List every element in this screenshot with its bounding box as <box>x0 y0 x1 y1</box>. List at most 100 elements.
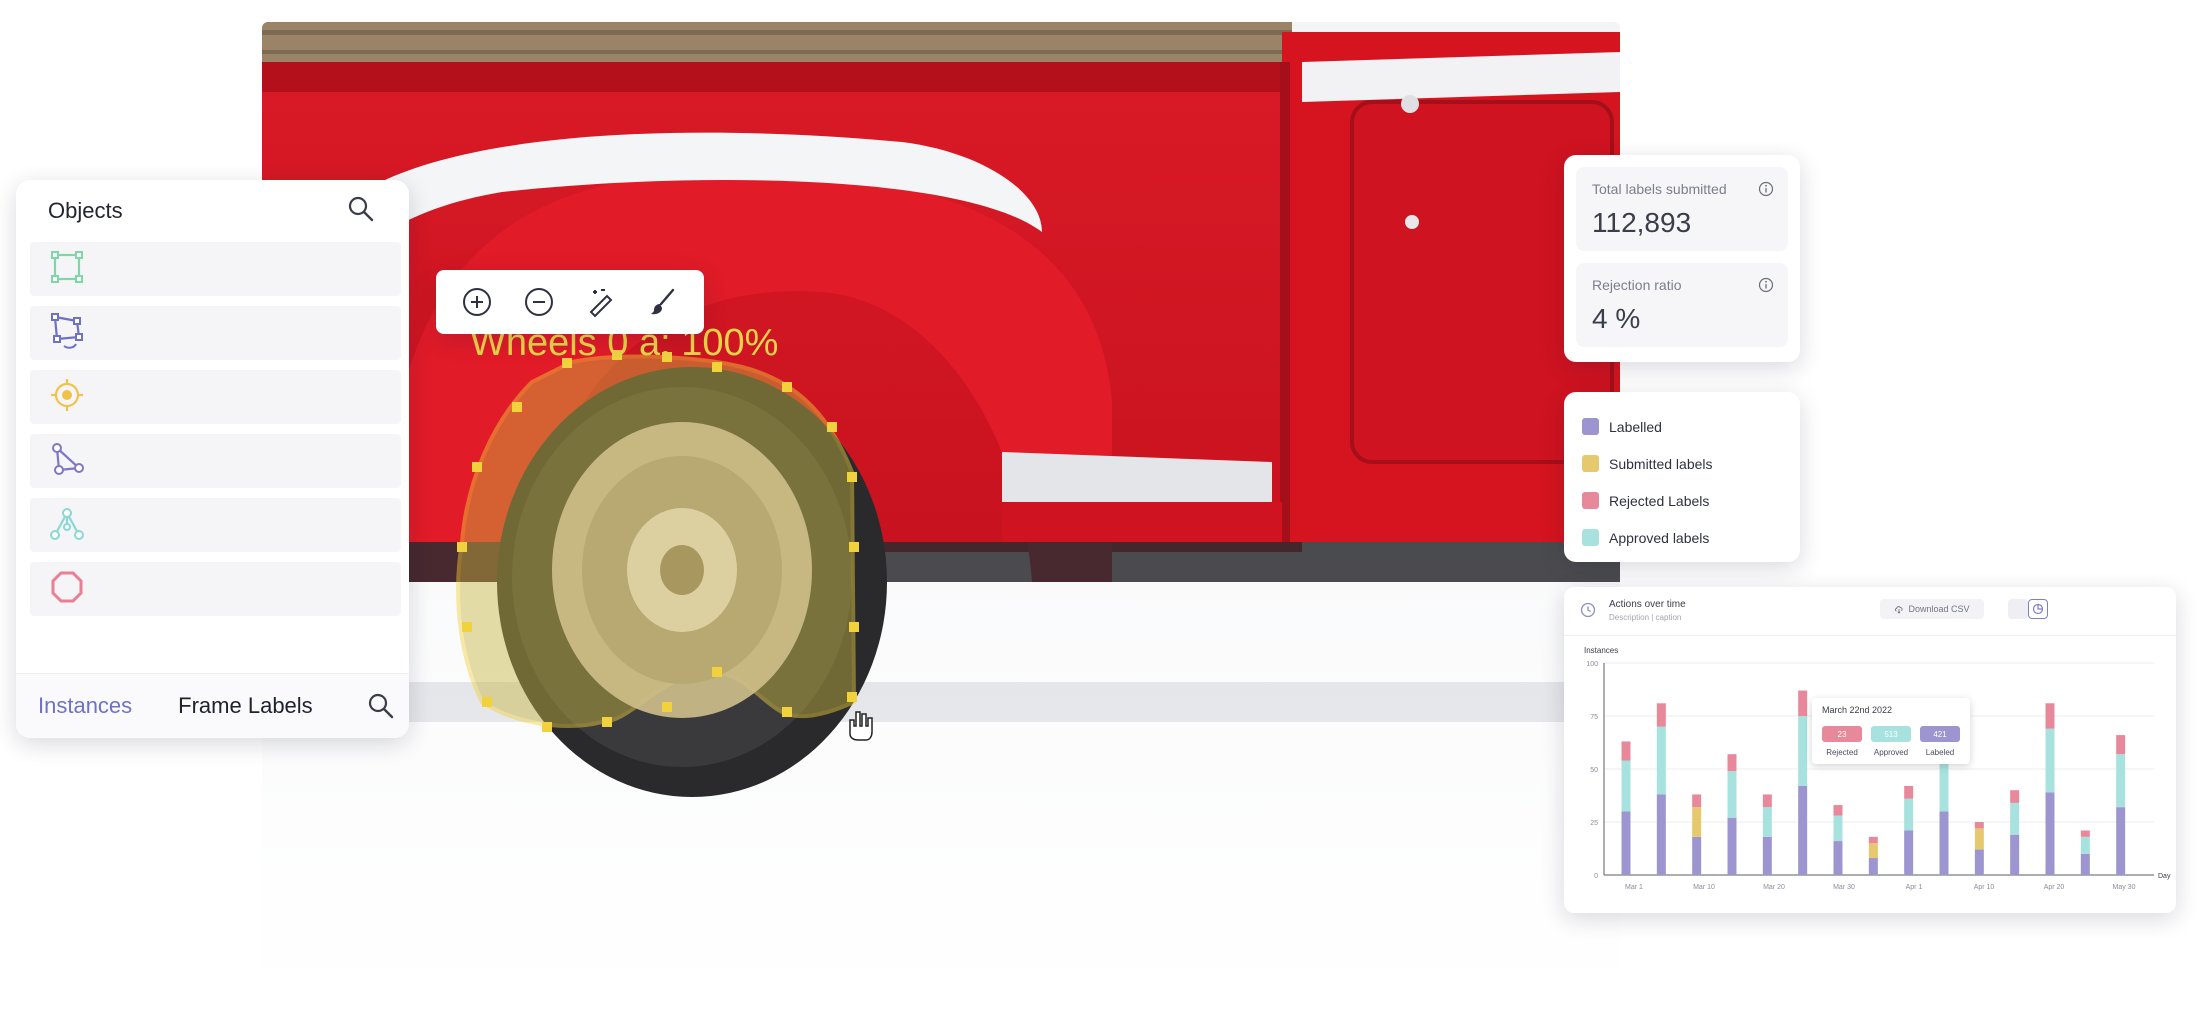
bar-segment <box>1692 807 1702 837</box>
polyline-icon <box>50 442 84 481</box>
y-tick-label: 100 <box>1586 661 1598 668</box>
total-labels-value: 112,893 <box>1592 207 1692 238</box>
total-labels-stat: Total labels submitted 112,893 <box>1576 167 1788 251</box>
table-view-toggle[interactable] <box>2008 599 2028 619</box>
bar-segment <box>1727 817 1737 875</box>
bar-segment <box>1974 828 1984 850</box>
bar-segment <box>1621 760 1631 812</box>
image-canvas[interactable]: Wheels 0 a: 100% <box>262 22 1620 998</box>
tooltip-approved-label: Approved <box>1873 748 1909 757</box>
tab-frame-labels[interactable]: Frame Labels <box>178 693 313 719</box>
object-item-rotated-polygon[interactable] <box>30 306 401 360</box>
y-tick-label: 0 <box>1594 873 1598 880</box>
bar-segment <box>1727 754 1737 772</box>
x-tick-label: Mar 30 <box>1833 884 1855 891</box>
cloud-download-icon <box>1895 606 1904 614</box>
bar-segment <box>1868 836 1878 844</box>
object-item-skeleton[interactable] <box>30 498 401 552</box>
legend-label: Rejected Labels <box>1609 492 1710 509</box>
y-axis-label: Instances <box>1584 646 1618 655</box>
legend-item: Submitted labels <box>1582 445 1782 482</box>
object-item-bounding-box[interactable] <box>30 242 401 296</box>
search-icon[interactable] <box>367 692 395 725</box>
info-icon[interactable] <box>1758 181 1774 202</box>
objects-header: Objects <box>16 180 409 242</box>
bar-segment <box>1656 726 1666 795</box>
rejection-ratio-value: 4 % <box>1592 303 1641 334</box>
bar-segment <box>1939 811 1949 875</box>
bar-segment <box>1656 703 1666 727</box>
object-item-polygon[interactable] <box>30 562 401 616</box>
zoom-in-icon[interactable] <box>457 282 497 322</box>
bar-segment <box>1762 794 1772 808</box>
tooltip-title: March 22nd 2022 <box>1822 705 1893 715</box>
bar-segment <box>2045 703 2055 729</box>
bar-segment <box>2045 728 2055 793</box>
bar-segment <box>2080 836 2090 854</box>
chart-tooltip: March 22nd 2022 23 513 421 Rejected Appr… <box>1812 698 1970 764</box>
bar-segment <box>2010 790 2020 803</box>
magic-pen-icon[interactable] <box>581 282 621 322</box>
bar-segment <box>2010 802 2020 835</box>
bar-segment <box>1727 771 1737 818</box>
object-item-polyline[interactable] <box>30 434 401 488</box>
search-icon[interactable] <box>347 195 375 228</box>
chart-card-header: Actions over time Description | caption … <box>1564 587 2176 636</box>
legend-item: Approved labels <box>1582 519 1782 556</box>
legend-card: Labelled Submitted labels Rejected Label… <box>1564 392 1800 562</box>
bar-segment <box>1798 690 1808 716</box>
bar-segment <box>1904 830 1914 875</box>
y-tick-label: 50 <box>1590 767 1598 774</box>
legend-label: Labelled <box>1609 418 1662 435</box>
download-csv-label: Download CSV <box>1908 604 1970 614</box>
skeleton-icon <box>50 506 84 545</box>
bar-segment <box>1621 811 1631 875</box>
legend-item: Rejected Labels <box>1582 482 1782 519</box>
total-labels-label: Total labels submitted <box>1592 181 1727 197</box>
tooltip-rejected-badge: 23 <box>1822 726 1862 742</box>
chart-title: Actions over time <box>1609 599 1686 610</box>
legend-swatch <box>1582 455 1599 472</box>
bar-segment <box>1656 794 1666 875</box>
rejection-ratio-stat: Rejection ratio 4 % <box>1576 263 1788 347</box>
object-item-point[interactable] <box>30 370 401 424</box>
bar-segment <box>2010 834 2020 875</box>
tab-instances[interactable]: Instances <box>38 693 132 719</box>
zoom-out-icon[interactable] <box>519 282 559 322</box>
bar-segment <box>1762 836 1772 875</box>
x-tick-label: Mar 1 <box>1625 884 1643 891</box>
x-axis-label: Day <box>2158 873 2171 880</box>
legend-swatch <box>1582 529 1599 546</box>
bar-segment <box>1798 716 1808 786</box>
bar-segment <box>1868 858 1878 875</box>
bar-segment <box>1974 822 1984 829</box>
x-tick-label: Mar 10 <box>1693 884 1715 891</box>
brush-icon[interactable] <box>643 282 683 322</box>
bar-segment <box>1904 785 1914 799</box>
bar-segment <box>1833 841 1843 875</box>
actions-bar-chart: Instances 0 25 50 75 100 Day Mar 1 Mar 10 Mar 20 M… <box>1584 646 2171 891</box>
chart-view-toggle[interactable] <box>2028 599 2048 619</box>
bar-segment <box>1833 815 1843 842</box>
bar-segment <box>2116 735 2126 755</box>
polygon-rotate-icon <box>50 312 84 355</box>
tooltip-labeled-badge: 421 <box>1920 726 1960 742</box>
bar-segment <box>1833 805 1843 816</box>
bar-segment <box>1692 794 1702 808</box>
point-target-icon <box>50 378 84 417</box>
legend-item: Labelled <box>1582 408 1782 445</box>
stats-card: Total labels submitted 112,893 Rejection… <box>1564 155 1800 362</box>
legend-label: Submitted labels <box>1609 455 1713 472</box>
tooltip-labeled-label: Labeled <box>1925 748 1955 757</box>
objects-list <box>16 242 409 616</box>
x-tick-label: Apr 1 <box>1906 884 1923 891</box>
rejection-ratio-label: Rejection ratio <box>1592 277 1682 293</box>
bar-segment <box>2080 830 2090 837</box>
bar-segment <box>1868 843 1878 859</box>
info-icon[interactable] <box>1758 277 1774 298</box>
bar-segment <box>1974 849 1984 875</box>
chart-subtitle: Description | caption <box>1609 613 1682 622</box>
bar-segment <box>1621 741 1631 761</box>
octagon-icon <box>50 570 84 609</box>
download-csv-button[interactable]: Download CSV <box>1880 599 1984 619</box>
